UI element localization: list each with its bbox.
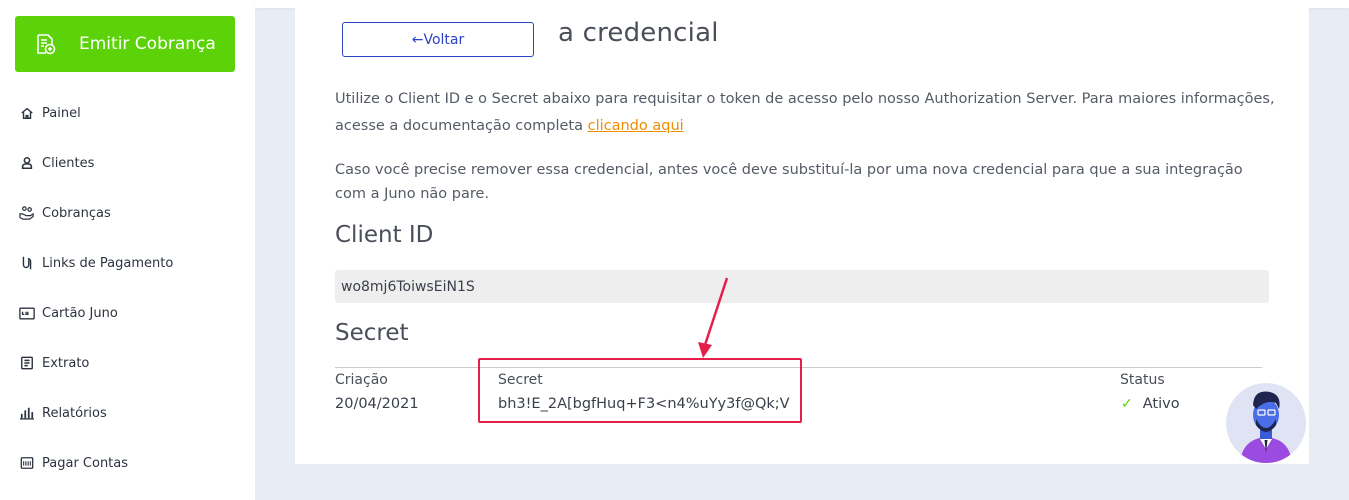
sidebar-item-label: Pagar Contas (42, 455, 129, 471)
invoice-add-icon (37, 34, 56, 55)
home-icon (19, 105, 35, 121)
status-value: ✓ Ativo (1121, 396, 1180, 412)
card-icon (19, 305, 35, 321)
sidebar-nav: Painel Clientes Cobranças Links de Pagam… (19, 88, 249, 488)
sidebar-item-label: Cartão Juno (42, 305, 118, 321)
status-column-header: Status (1120, 372, 1165, 388)
sidebar-item-relatorios[interactable]: Relatórios (19, 388, 249, 438)
hand-coins-icon (19, 205, 35, 221)
sidebar-item-label: Links de Pagamento (42, 255, 174, 271)
sidebar-item-extrato[interactable]: Extrato (19, 338, 249, 388)
sidebar-item-painel[interactable]: Painel (19, 88, 249, 138)
sidebar-item-label: Clientes (42, 155, 95, 171)
creation-column-header: Criação (335, 372, 388, 388)
removal-warning-paragraph: Caso você precise remover essa credencia… (335, 162, 1243, 202)
barcode-icon (19, 455, 35, 471)
sidebar-item-clientes[interactable]: Clientes (19, 138, 249, 188)
emit-charge-button[interactable]: Emitir Cobrança (15, 16, 235, 72)
credential-card: a credencial ←Voltar Utilize o Client ID… (295, 8, 1309, 464)
sidebar-item-links-pagamento[interactable]: Links de Pagamento (19, 238, 249, 288)
support-avatar[interactable] (1226, 383, 1306, 463)
top-bar (255, 0, 1349, 8)
sidebar-item-label: Extrato (42, 355, 90, 371)
user-icon (19, 155, 35, 171)
check-icon: ✓ (1121, 396, 1133, 412)
sidebar-item-label: Painel (42, 105, 81, 121)
sidebar-item-cobrancas[interactable]: Cobranças (19, 188, 249, 238)
sidebar: Emitir Cobrança Painel Clientes Cobrança… (0, 0, 255, 500)
link-icon (19, 255, 35, 271)
person-illustration-icon (1240, 391, 1292, 463)
client-id-field[interactable]: wo8mj6ToiwsEiN1S (335, 270, 1269, 303)
annotation-arrow-icon (698, 277, 729, 358)
sidebar-item-label: Cobranças (42, 205, 111, 221)
creation-date: 20/04/2021 (335, 396, 419, 412)
secret-highlight-annotation (478, 358, 802, 423)
page-title: a credencial (558, 18, 719, 48)
sidebar-item-label: Relatórios (42, 405, 107, 421)
client-id-heading: Client ID (335, 222, 434, 248)
statement-icon (19, 355, 35, 371)
emit-charge-label: Emitir Cobrança (79, 34, 216, 54)
sidebar-item-pagar-contas[interactable]: Pagar Contas (19, 438, 249, 488)
instructions-text: Utilize o Client ID e o Secret abaixo pa… (335, 91, 1275, 134)
back-button[interactable]: ←Voltar (342, 22, 534, 57)
bar-chart-icon (19, 405, 35, 421)
secret-heading: Secret (335, 320, 409, 346)
instructions-paragraph: Utilize o Client ID e o Secret abaixo pa… (335, 86, 1275, 140)
sidebar-item-cartao-juno[interactable]: Cartão Juno (19, 288, 249, 338)
documentation-link[interactable]: clicando aqui (588, 118, 684, 134)
status-label: Ativo (1142, 396, 1180, 412)
